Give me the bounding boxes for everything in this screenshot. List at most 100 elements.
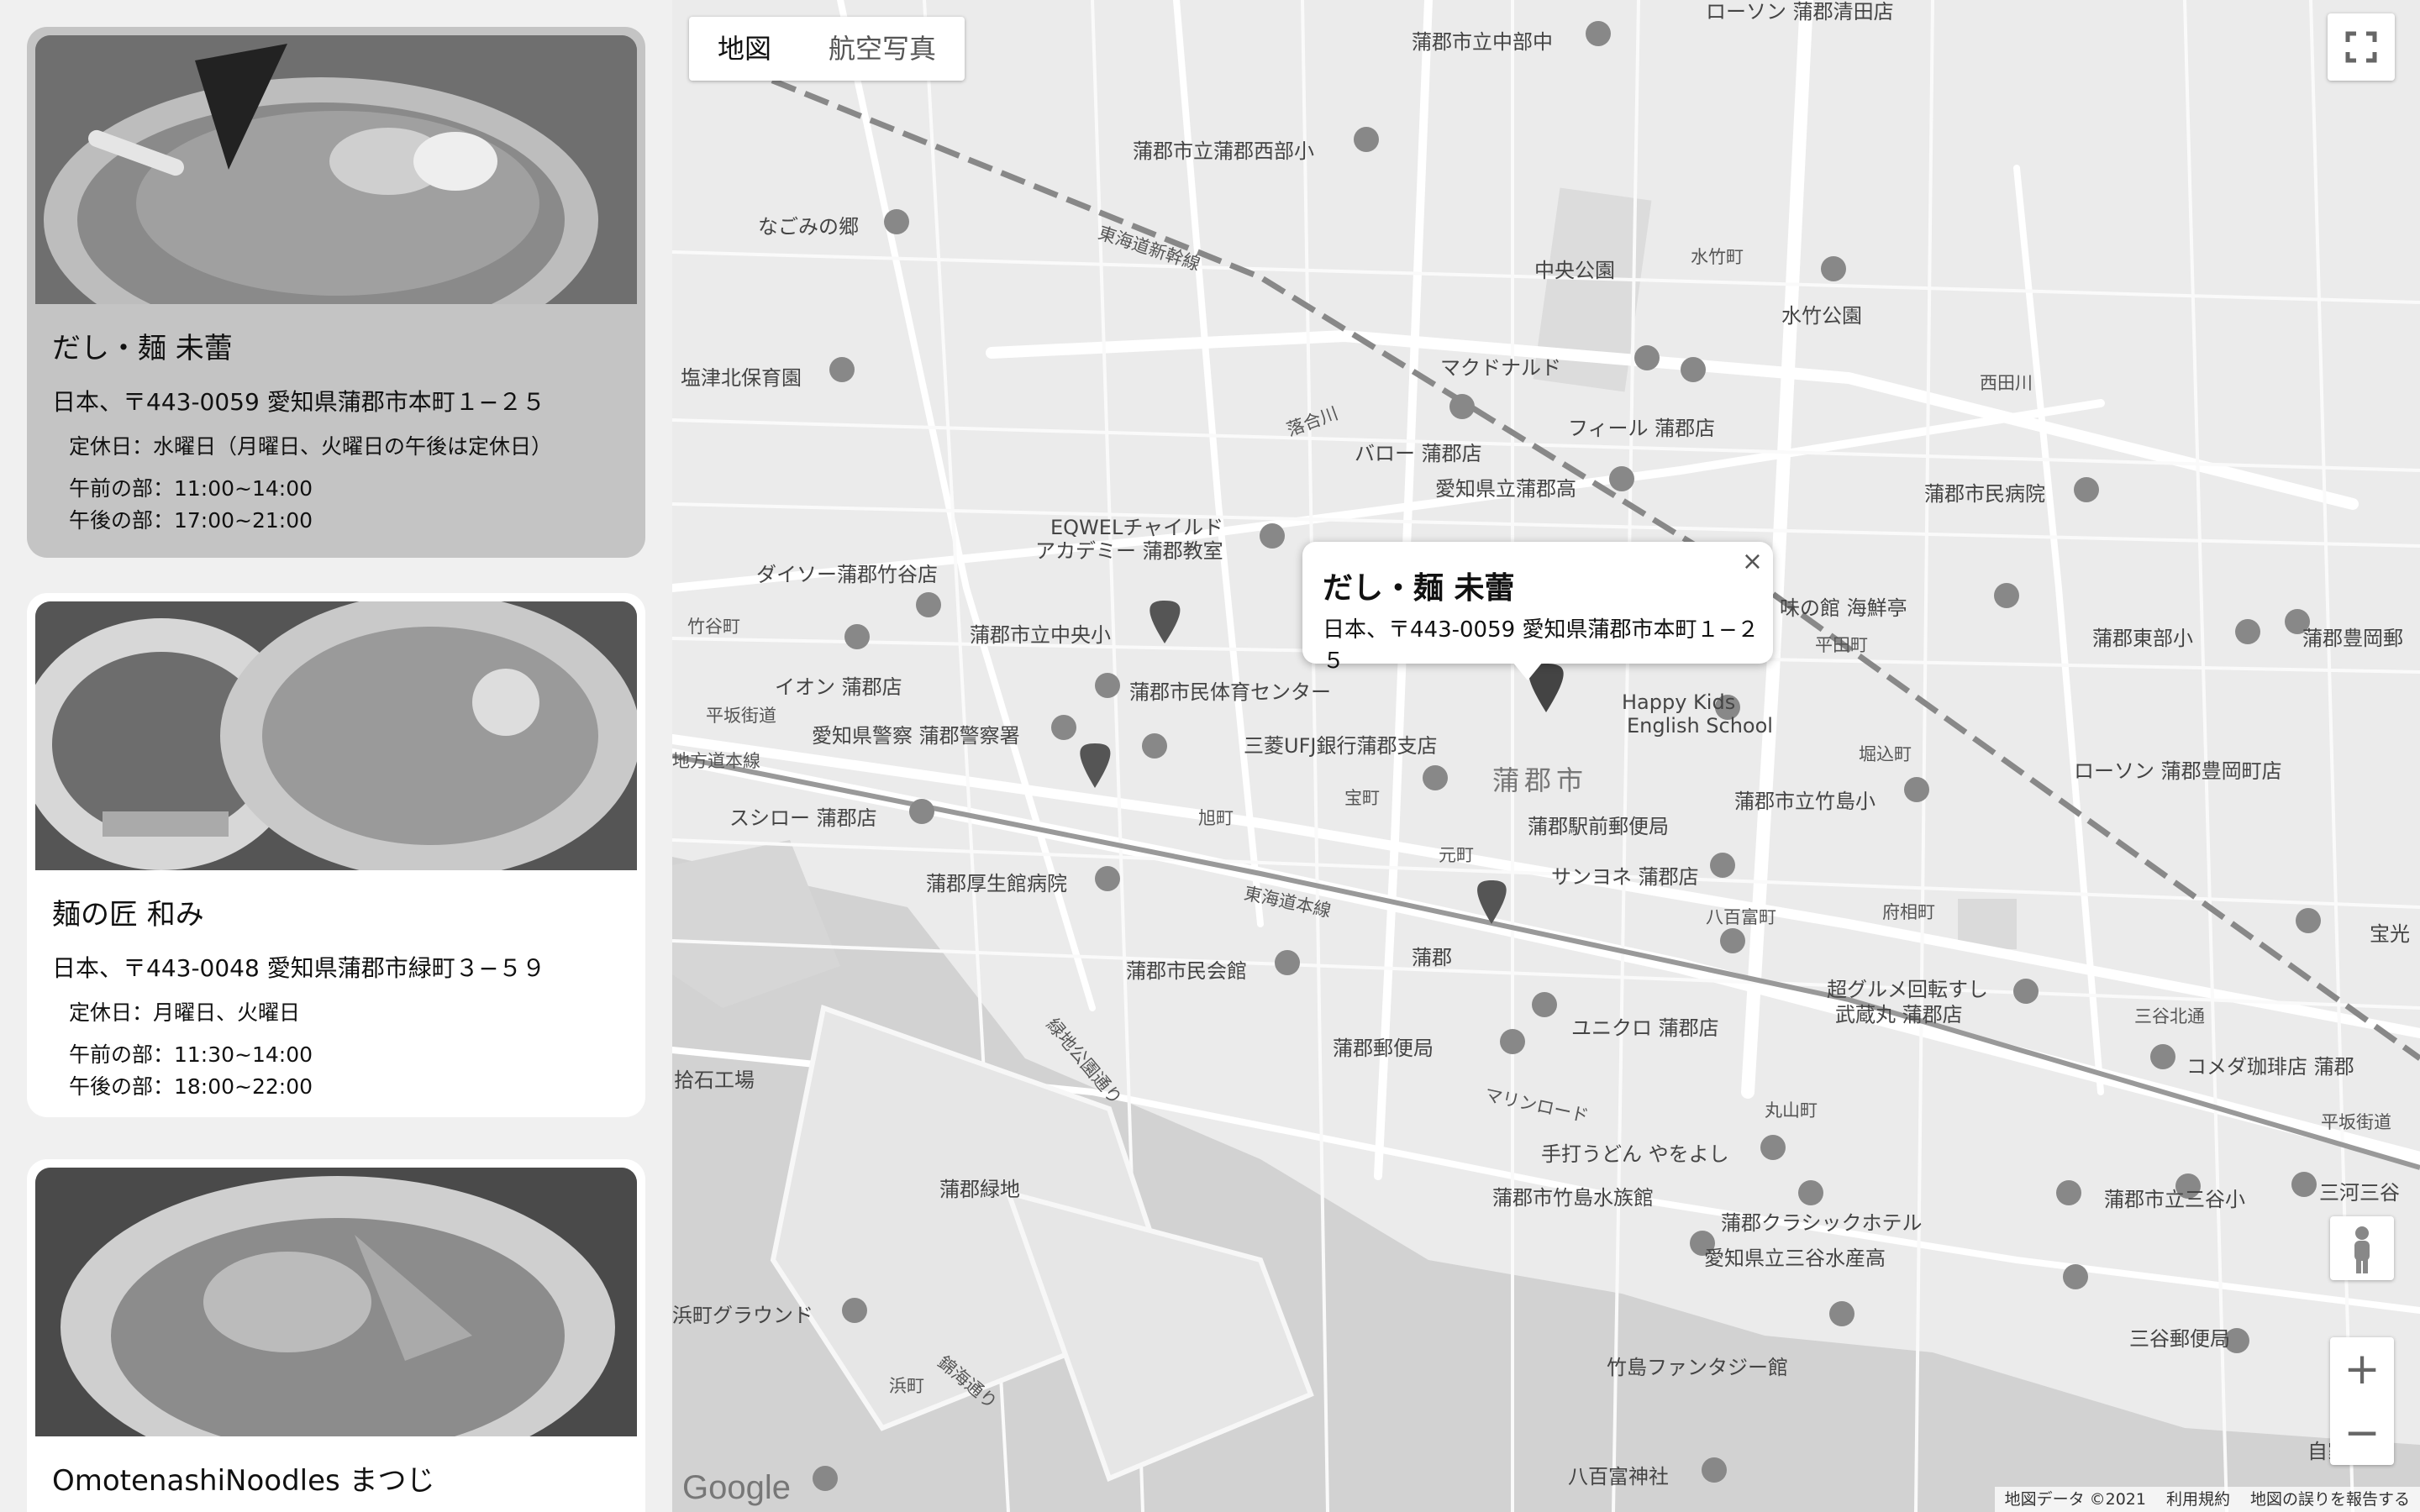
map-label: 手打うどん やをよし	[1541, 1142, 1729, 1166]
map-label: 西田川	[1980, 373, 2033, 393]
ramen-photo	[35, 35, 637, 304]
map-label: 浜町グラウンド	[672, 1304, 813, 1327]
map-label: 蒲郡クラシックホテル	[1721, 1211, 1923, 1235]
map-label: 平坂街道	[706, 706, 776, 726]
map-label: English School	[1627, 714, 1773, 738]
map-label: 水竹公園	[1781, 304, 1862, 328]
map-label: 八百富町	[1706, 907, 1776, 927]
closed-days: 定休日：月曜日、火曜日	[69, 1000, 301, 1025]
map-label: 蒲郡市立蒲郡西部小	[1133, 139, 1314, 163]
map-label: 宝光	[2370, 922, 2410, 946]
restaurant-list: だし・麺 未蕾 日本、〒443-0059 愛知県蒲郡市本町１−２５ 定休日：水曜…	[0, 0, 672, 1512]
map-label: 蒲郡市竹島水族館	[1492, 1186, 1654, 1210]
map-data-credit: 地図データ ©2021	[2004, 1490, 2146, 1509]
map-label: 蒲郡市立中央小	[970, 623, 1111, 647]
restaurant-name: OmotenashiNoodles まつじ	[52, 1464, 435, 1498]
map-label: 堀込町	[1859, 744, 1912, 764]
map-label: イオン 蒲郡店	[775, 675, 902, 699]
map-label: マクドナルド	[1440, 356, 1561, 380]
restaurant-address: 日本、〒443-0059 愛知県蒲郡市本町１−２５	[52, 388, 546, 416]
info-window-tail	[1512, 662, 1543, 680]
map-label: 水竹町	[1691, 247, 1744, 267]
google-logo[interactable]: Google	[682, 1469, 791, 1507]
map-type-control: 地図 航空写真	[689, 17, 965, 81]
zoom-control: + −	[2330, 1337, 2394, 1465]
fullscreen-icon	[2345, 31, 2377, 63]
map-label: ローソン 蒲郡豊岡町店	[2074, 759, 2282, 783]
zoom-in-button[interactable]: +	[2330, 1337, 2394, 1401]
map-footer: 地図データ ©2021 利用規約 地図の誤りを報告する	[1994, 1487, 2420, 1512]
map-label: ローソン 蒲郡清田店	[1706, 0, 1894, 24]
map-label: 愛知県立蒲郡高	[1435, 477, 1576, 501]
map-label: 平田町	[1815, 635, 1868, 655]
restaurant-card[interactable]: 麺の匠 和み 日本、〒443-0048 愛知県蒲郡市緑町３−５９ 定休日：月曜日…	[27, 593, 645, 1117]
map-label: 味の館 海鮮亭	[1780, 596, 1907, 620]
map-label: アカデミー 蒲郡教室	[1035, 539, 1223, 563]
map-label: 蒲郡郵便局	[1333, 1037, 1434, 1060]
street-view-pegman[interactable]	[2330, 1216, 2394, 1280]
map-label: 蒲郡市立竹島小	[1734, 790, 1876, 813]
pegman-icon	[2354, 1226, 2370, 1273]
map-label: ユニクロ 蒲郡店	[1571, 1016, 1719, 1040]
restaurant-address: 日本、〒443-0048 愛知県蒲郡市緑町３−５９	[52, 954, 546, 982]
map-label: 三菱UFJ銀行蒲郡支店	[1244, 734, 1438, 758]
map-label: 八百富神社	[1568, 1465, 1669, 1488]
map-label: 蒲郡市民体育センター	[1129, 680, 1331, 704]
zoom-out-button[interactable]: −	[2330, 1401, 2394, 1465]
info-address: 日本、〒443-0059 愛知県蒲郡市本町１−２５	[1323, 617, 1760, 674]
map-label: 蒲郡	[1412, 946, 1452, 969]
map-label: 蒲郡市立中部中	[1412, 30, 1553, 54]
map-type-map-button[interactable]: 地図	[689, 17, 800, 81]
map-label: 蒲郡緑地	[939, 1178, 1020, 1201]
map-type-satellite-button[interactable]: 航空写真	[800, 17, 965, 81]
terms-link[interactable]: 利用規約	[2156, 1487, 2240, 1512]
map-label: 元町	[1439, 845, 1474, 865]
report-error-link[interactable]: 地図の誤りを報告する	[2240, 1487, 2420, 1512]
map-label: 蒲郡市立三谷小	[2104, 1188, 2245, 1211]
map-label: 武蔵丸 蒲郡店	[1835, 1003, 1963, 1026]
restaurant-card[interactable]: OmotenashiNoodles まつじ	[27, 1159, 645, 1512]
info-title: だし・麺 未蕾	[1323, 571, 1515, 606]
map-label: 愛知県警察 蒲郡警察署	[812, 724, 1020, 748]
map-label: 三谷北通	[2134, 1006, 2205, 1026]
map-label: 地方道本線	[672, 751, 760, 771]
map-label: 蒲郡市民病院	[1924, 482, 2045, 506]
map-label: 三谷郵便局	[2129, 1327, 2230, 1351]
map-label: 蒲郡厚生館病院	[926, 872, 1067, 895]
info-window: だし・麺 未蕾 日本、〒443-0059 愛知県蒲郡市本町１−２５ ×	[1302, 542, 1773, 674]
evening-hours: 午後の部：18:00~22:00	[69, 1074, 313, 1099]
map-label: 蒲郡豊岡郵	[2302, 627, 2403, 650]
map-canvas[interactable]: 蒲郡市立中部中 ローソン 蒲郡清田店 蒲郡市立蒲郡西部小 なごみの郷 東海道新幹…	[672, 0, 2420, 1512]
restaurant-name: だし・麺 未蕾	[52, 332, 233, 365]
map-label: 三河三谷	[2319, 1181, 2400, 1205]
ramen-photo	[35, 1168, 637, 1436]
morning-hours: 午前の部：11:30~14:00	[69, 1042, 313, 1067]
map-label: ダイソー蒲郡竹谷店	[756, 563, 938, 586]
map-label: Happy Kids	[1622, 690, 1736, 714]
close-icon[interactable]: ×	[1742, 547, 1763, 576]
map-label: 蒲郡市	[1492, 764, 1589, 796]
map-label: なごみの郷	[758, 215, 859, 239]
map-label: 丸山町	[1765, 1100, 1818, 1121]
map-label: サンヨネ 蒲郡店	[1551, 865, 1699, 889]
map-label: 蒲郡市民会館	[1126, 959, 1247, 983]
map-label: 府相町	[1882, 902, 1935, 922]
map-label: 竹島ファンタジー館	[1607, 1356, 1788, 1379]
map-label: 宝町	[1344, 788, 1380, 808]
map-label: 平坂街道	[2321, 1112, 2391, 1132]
map-label: スシロー 蒲郡店	[729, 806, 877, 830]
ramen-photo	[35, 601, 637, 870]
map-label: 旭町	[1198, 808, 1234, 828]
closed-days: 定休日：水曜日（月曜日、火曜日の午後は定休日）	[69, 434, 553, 459]
evening-hours: 午後の部：17:00~21:00	[69, 508, 313, 533]
map-label: 中央公園	[1534, 259, 1615, 282]
map-label: 塩津北保育園	[681, 366, 802, 390]
fullscreen-button[interactable]	[2328, 13, 2395, 81]
map-label: フィール 蒲郡店	[1568, 417, 1716, 440]
map-label: 蒲郡東部小	[2092, 627, 2193, 650]
map-label: 拾石工場	[674, 1068, 755, 1092]
restaurant-card[interactable]: だし・麺 未蕾 日本、〒443-0059 愛知県蒲郡市本町１−２５ 定休日：水曜…	[27, 27, 645, 558]
map-label: 蒲郡駅前郵便局	[1528, 815, 1669, 838]
map-label: 愛知県立三谷水産高	[1704, 1247, 1886, 1270]
map-label: バロー 蒲郡店	[1355, 442, 1482, 465]
